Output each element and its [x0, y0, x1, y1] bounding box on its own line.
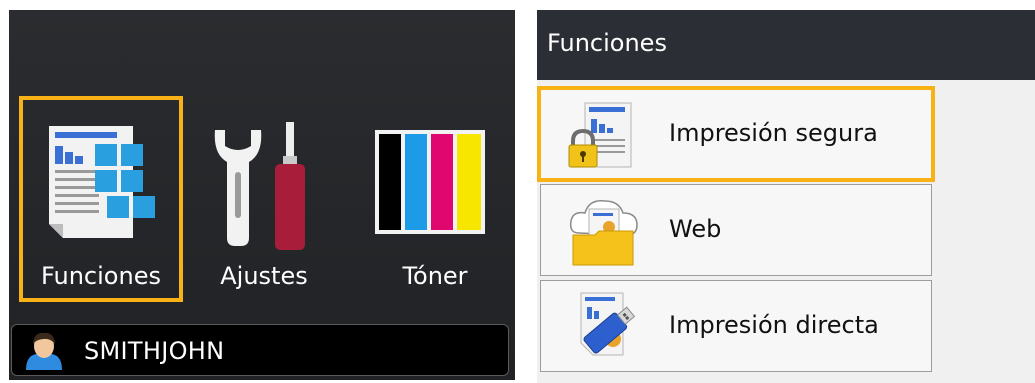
menu-title: Funciones — [547, 29, 667, 57]
functions-menu: Funciones Impresión segura Web Impresión… — [537, 10, 1035, 383]
menu-item-direct-print[interactable]: Impresión directa — [540, 280, 932, 372]
menu-item-label: Web — [669, 215, 722, 243]
user-name: SMITHJOHN — [84, 337, 225, 365]
settings-label: Ajustes — [220, 262, 308, 290]
home-screen: Funciones Ajustes Tóner SMITHJOHN — [9, 10, 515, 380]
menu-header: Funciones — [537, 10, 1035, 80]
user-avatar-icon — [26, 332, 62, 370]
settings-tile[interactable]: Ajustes — [201, 98, 327, 306]
menu-item-label: Impresión directa — [669, 311, 879, 339]
functions-highlight — [19, 96, 183, 302]
secure-print-highlight — [537, 86, 935, 182]
toner-tile[interactable]: Tóner — [365, 98, 505, 306]
settings-tools-icon — [214, 122, 305, 250]
user-bar[interactable]: SMITHJOHN — [11, 324, 509, 376]
toner-label: Tóner — [402, 262, 468, 290]
menu-item-web[interactable]: Web — [540, 184, 932, 276]
toner-icon — [375, 130, 485, 234]
web-folder-icon — [569, 200, 638, 266]
usb-direct-print-icon — [580, 292, 636, 356]
